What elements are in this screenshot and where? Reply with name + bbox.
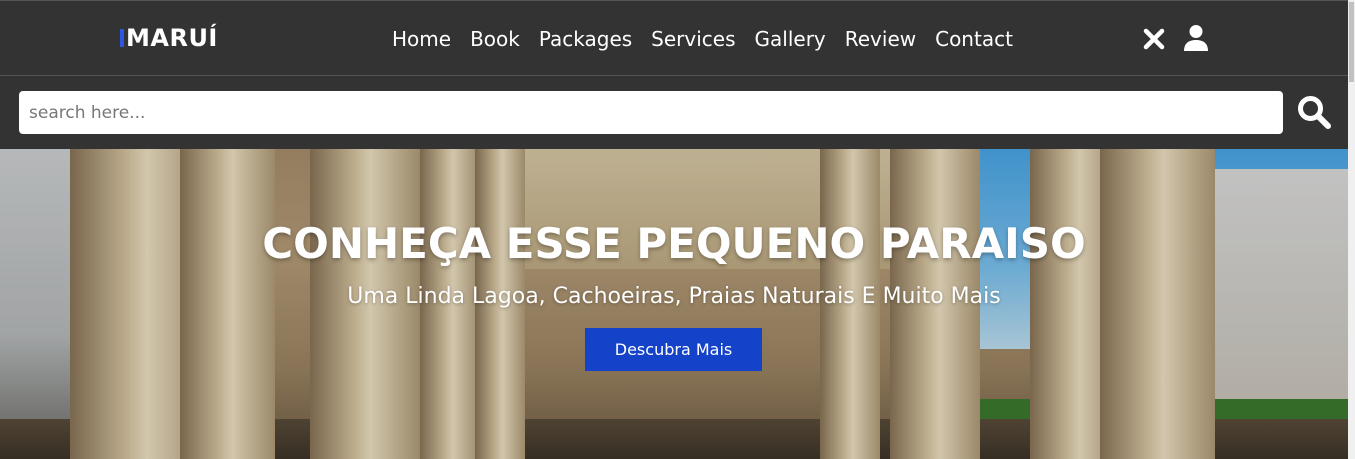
nav-review[interactable]: Review (845, 27, 916, 51)
search-input[interactable] (19, 91, 1283, 134)
main-nav: Home Book Packages Services Gallery Revi… (392, 27, 1013, 51)
search-bar (0, 76, 1348, 149)
hero-title: CONHEÇA ESSE PEQUENO PARAISO (262, 219, 1086, 268)
discover-more-button[interactable]: Descubra Mais (585, 328, 762, 371)
hero-subtitle: Uma Linda Lagoa, Cachoeiras, Praias Natu… (347, 284, 1001, 309)
nav-book[interactable]: Book (470, 27, 520, 51)
scrollbar-thumb[interactable] (1349, 2, 1354, 82)
close-icon[interactable] (1142, 27, 1166, 51)
nav-gallery[interactable]: Gallery (755, 27, 826, 51)
search-icon[interactable] (1296, 94, 1332, 130)
nav-home[interactable]: Home (392, 27, 451, 51)
hero-banner: CONHEÇA ESSE PEQUENO PARAISO Uma Linda L… (0, 149, 1348, 459)
page-scrollbar[interactable] (1348, 0, 1355, 459)
logo-text: MARUÍ (126, 24, 218, 52)
nav-services[interactable]: Services (651, 27, 735, 51)
nav-packages[interactable]: Packages (539, 27, 632, 51)
nav-contact[interactable]: Contact (935, 27, 1013, 51)
logo[interactable]: MARUÍ (120, 24, 218, 52)
header: MARUÍ Home Book Packages Services Galler… (0, 0, 1348, 76)
logo-accent-bar (120, 29, 124, 47)
user-icon[interactable] (1183, 24, 1209, 52)
